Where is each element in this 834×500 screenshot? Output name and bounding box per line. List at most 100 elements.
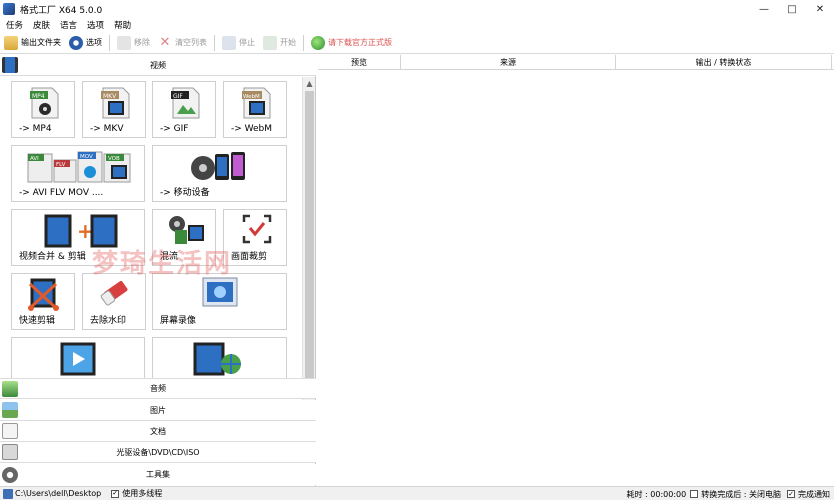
tile-mkv-label: -> MKV	[90, 124, 124, 134]
menu-options[interactable]: 选项	[81, 19, 108, 31]
toolbar: 输出文件夹 选项 移除 ✕ 清空列表 停止 开始 请下载官方正式版	[0, 32, 834, 54]
flv-badge-text: FLV	[56, 162, 66, 168]
stop-button[interactable]: 停止	[218, 33, 259, 53]
mobile-device-icon	[191, 152, 245, 180]
tile-quick-clip-label: 快速剪辑	[19, 316, 56, 326]
eraser-icon	[100, 280, 128, 306]
menu-help[interactable]: 帮助	[108, 19, 135, 31]
column-source[interactable]: 来源	[401, 55, 616, 70]
watermark: 梦琦生活网	[92, 249, 233, 279]
toolbar-divider	[109, 34, 110, 51]
clear-list-label: 清空列表	[175, 38, 207, 47]
crop-icon	[242, 214, 272, 244]
options-label: 选项	[86, 38, 102, 47]
tile-quick-clip[interactable]: 快速剪辑	[11, 273, 75, 330]
clear-list-button[interactable]: ✕ 清空列表	[154, 33, 211, 53]
menu-skin[interactable]: 皮肤	[27, 19, 54, 31]
menu-language[interactable]: 语言	[54, 19, 81, 31]
output-folder-label: 输出文件夹	[21, 38, 61, 47]
video-play-icon	[60, 342, 96, 376]
multi-format-icon: AVI FLV MOV VOB	[27, 151, 131, 183]
scissors-icon	[28, 278, 59, 311]
category-video[interactable]: 视频	[0, 55, 316, 76]
gif-file-icon: GIF	[171, 87, 200, 119]
tile-gif-label: -> GIF	[160, 124, 189, 134]
task-list-header: 预览 来源 输出 / 转换状态	[318, 55, 834, 70]
remove-label: 移除	[134, 38, 150, 47]
multithread-checkbox[interactable]: ✓	[111, 489, 120, 498]
tile-mobile-device[interactable]: -> 移动设备	[152, 145, 287, 202]
tile-merge-label: 视频合并 & 剪辑	[19, 252, 86, 262]
remove-icon	[117, 35, 131, 50]
close-button[interactable]: ✕	[806, 0, 834, 18]
tile-remove-watermark[interactable]: 去除水印	[82, 273, 146, 330]
status-right: 耗时 : 00:00:00 转换完成后 : 关闭电脑 ✓ 完成通知	[627, 487, 831, 500]
toolbar-divider	[303, 34, 304, 51]
download-official-link[interactable]: 请下载官方正式版	[307, 33, 396, 53]
tile-gif[interactable]: GIF -> GIF	[152, 81, 216, 138]
tile-mp4-label: -> MP4	[19, 124, 52, 134]
notify-option[interactable]: ✓ 完成通知	[787, 489, 830, 500]
mkv-badge-text: MKV	[103, 93, 117, 100]
tile-avi-label: -> AVI FLV MOV ....	[19, 188, 104, 198]
gif-badge-text: GIF	[173, 93, 183, 100]
scroll-up-arrow[interactable]: ▲	[303, 77, 316, 90]
tile-screen-record[interactable]: 屏幕录像	[152, 273, 287, 330]
category-optical[interactable]: 光驱设备\DVD\CD\ISO	[0, 442, 316, 463]
mp4-badge-text: MP4	[32, 93, 45, 100]
mkv-file-icon: MKV	[101, 87, 130, 119]
category-tools-label: 工具集	[146, 470, 170, 479]
category-image-label: 图片	[150, 405, 166, 415]
window-title: 格式工厂 X64 5.0.0	[20, 5, 103, 16]
download-label: 请下载官方正式版	[328, 38, 392, 47]
tile-mp4[interactable]: MP4 -> MP4	[11, 81, 75, 138]
menu-bar: 任务 皮肤 语言 选项 帮助	[0, 18, 834, 32]
category-audio[interactable]: 音频	[0, 378, 316, 399]
start-button[interactable]: 开始	[259, 33, 300, 53]
start-icon	[263, 35, 277, 50]
start-label: 开始	[280, 38, 296, 47]
category-video-label: 视频	[150, 60, 166, 70]
options-button[interactable]: 选项	[65, 33, 106, 53]
task-list: 预览 来源 输出 / 转换状态	[318, 55, 834, 486]
category-tools[interactable]: 工具集	[0, 464, 316, 485]
vob-badge-text: VOB	[108, 156, 120, 162]
mov-badge-text: MOV	[80, 154, 93, 160]
menu-task[interactable]: 任务	[0, 19, 27, 31]
after-convert-option[interactable]: 转换完成后 : 关闭电脑	[690, 489, 781, 500]
mp4-file-icon: MP4	[30, 87, 59, 119]
tile-crop[interactable]: 画面裁剪	[223, 209, 287, 266]
webm-badge-text: WebM	[243, 94, 260, 100]
tile-webm[interactable]: WebM -> WebM	[223, 81, 287, 138]
avi-badge-text: AVI	[30, 156, 39, 162]
category-image[interactable]: 图片	[0, 400, 316, 421]
minimize-button[interactable]: —	[750, 0, 778, 18]
tile-mkv[interactable]: MKV -> MKV	[82, 81, 146, 138]
folder-icon	[3, 488, 13, 499]
notify-checkbox[interactable]: ✓	[787, 490, 795, 498]
after-convert-checkbox[interactable]	[690, 490, 699, 498]
scroll-thumb[interactable]	[305, 91, 314, 381]
tile-avi-flv-mov[interactable]: AVI FLV MOV VOB -> AVI FLV MOV ....	[11, 145, 145, 202]
multithread-label: 使用多线程	[122, 489, 163, 498]
tile-mobile-label: -> 移动设备	[160, 188, 210, 198]
toolbar-divider	[214, 34, 215, 51]
column-preview[interactable]: 预览	[318, 55, 401, 70]
tile-webm-label: -> WebM	[231, 124, 273, 134]
multithread-option[interactable]: ✓ 使用多线程	[111, 488, 162, 499]
stop-icon	[222, 35, 236, 50]
screen-record-icon	[202, 277, 238, 307]
column-output-status[interactable]: 输出 / 转换状态	[616, 55, 832, 70]
category-document[interactable]: 文档	[0, 421, 316, 442]
clear-icon: ✕	[159, 34, 171, 50]
after-convert-label: 转换完成后 : 关闭电脑	[701, 489, 781, 499]
maximize-button[interactable]: □	[778, 0, 806, 18]
tile-remove-watermark-label: 去除水印	[90, 316, 127, 326]
output-folder-button[interactable]: 输出文件夹	[0, 33, 65, 53]
category-audio-label: 音频	[150, 384, 166, 393]
webm-file-icon: WebM	[242, 87, 271, 119]
category-document-label: 文档	[150, 426, 166, 436]
remove-button[interactable]: 移除	[113, 33, 154, 53]
notify-label: 完成通知	[798, 489, 830, 499]
output-path[interactable]: C:\Users\dell\Desktop	[15, 489, 101, 498]
